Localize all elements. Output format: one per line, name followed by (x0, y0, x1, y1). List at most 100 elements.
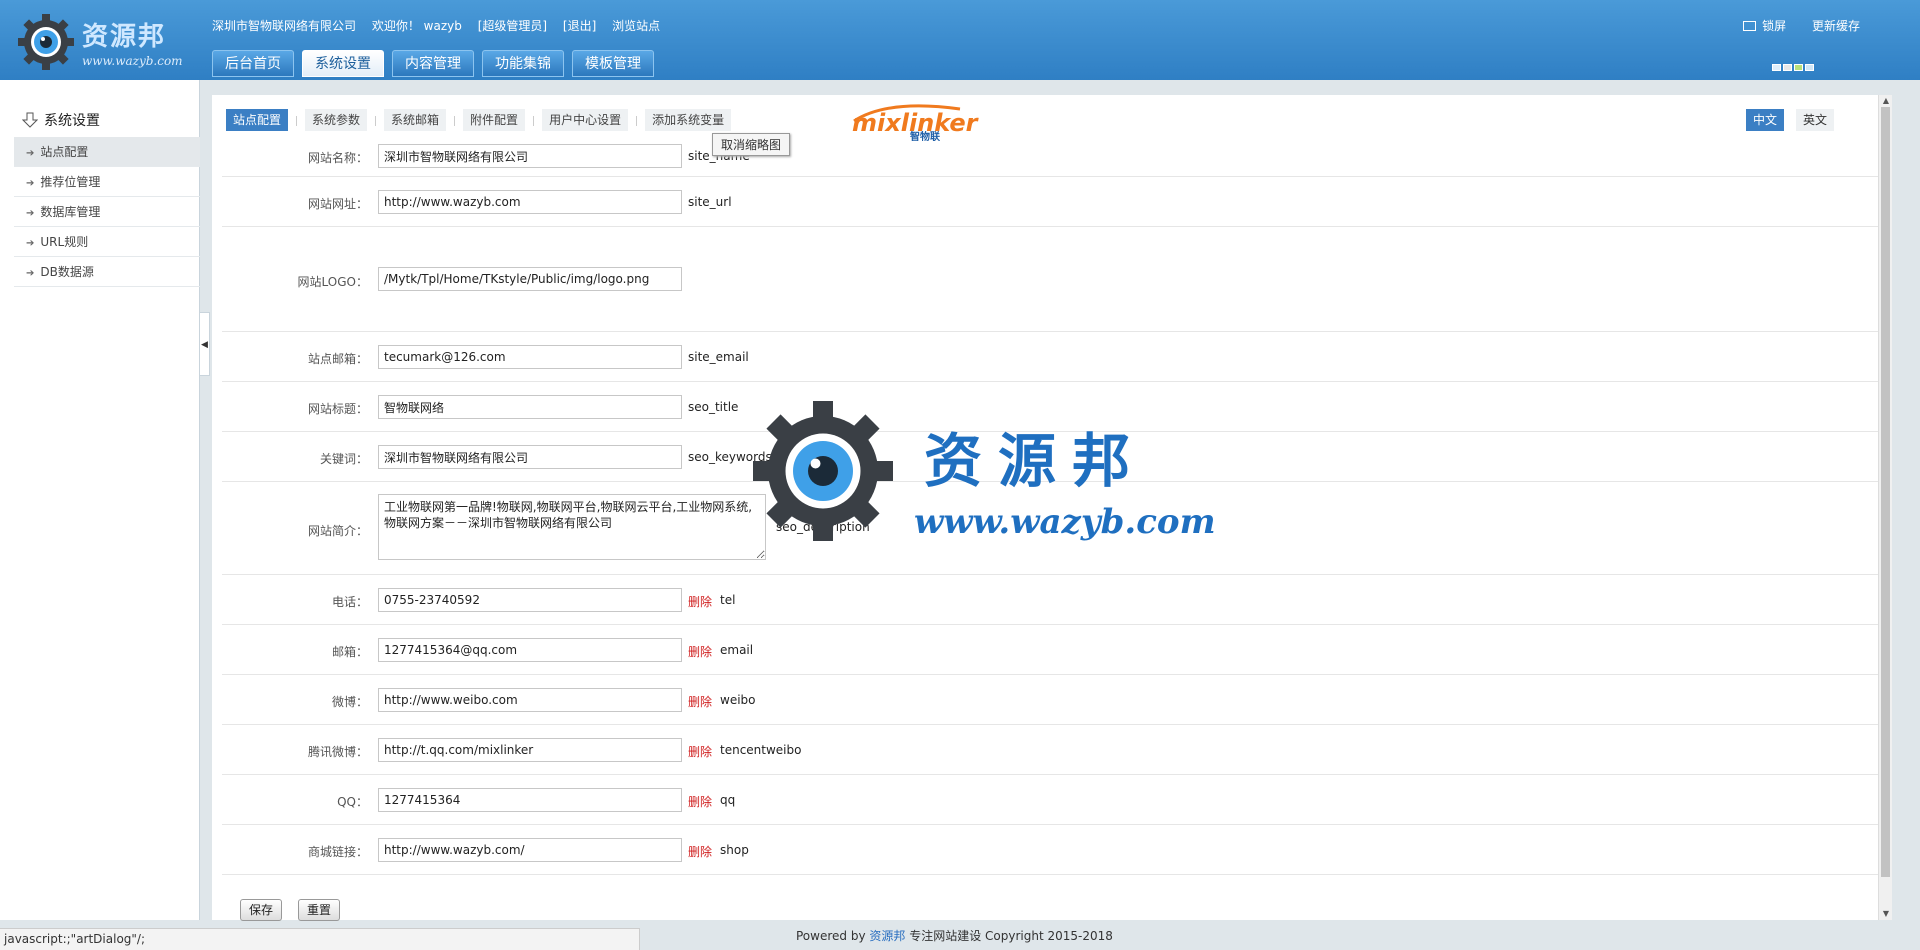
vertical-scrollbar[interactable]: ▲ ▼ (1878, 95, 1892, 920)
reset-button[interactable]: 重置 (298, 899, 341, 921)
seo-description-textarea[interactable]: 工业物联网第一品牌!物联网,物联网平台,物联网云平台,工业物网系统,物联网方案－… (378, 494, 766, 560)
site-logo[interactable]: 资源邦 www.wazyb.com (16, 10, 186, 72)
nav-tab-features[interactable]: 功能集锦 (482, 50, 564, 77)
delete-weibo-link[interactable]: 删除 (688, 693, 712, 710)
seo-keywords-input[interactable] (378, 445, 682, 469)
gear-eye-logo-icon (18, 14, 74, 70)
label-email: 邮箱： (331, 645, 368, 659)
site-config-form: 网站名称： site_name 网站网址： site_url 网站LOGO： 站… (222, 137, 1882, 875)
sidebar: 系统设置 ➔ 站点配置 ➔ 推荐位管理 ➔ 数据库管理 ➔ URL规则 ➔ DB数据源 (0, 80, 200, 920)
key-shop: shop (720, 843, 749, 857)
seo-title-input[interactable] (378, 395, 682, 419)
delete-tencentweibo-link[interactable]: 删除 (688, 743, 712, 760)
form-buttons: 保存 重置 (240, 899, 356, 921)
subtab-user-center[interactable]: 用户中心设置 (542, 109, 629, 131)
label-seo-description: 网站简介： (307, 524, 368, 538)
sidebar-title: 系统设置 (22, 110, 100, 130)
key-seo-title: seo_title (688, 400, 739, 414)
site-name-input[interactable] (378, 144, 682, 168)
nav-tab-content[interactable]: 内容管理 (392, 50, 474, 77)
label-seo-keywords: 关键词： (319, 452, 368, 466)
skin-blue-icon[interactable] (1772, 64, 1781, 71)
label-tel: 电话： (331, 595, 368, 609)
skin-light-icon[interactable] (1805, 64, 1814, 71)
logo-path-input[interactable] (378, 267, 682, 291)
lang-en-button[interactable]: 英文 (1795, 109, 1834, 131)
subtab-add-variable[interactable]: 添加系统变量 (645, 109, 732, 131)
key-seo-description: seo_description (776, 520, 870, 534)
main-nav: 后台首页 系统设置 内容管理 功能集锦 模板管理 (212, 50, 662, 77)
row-qq: QQ： 删除 qq (222, 775, 1882, 825)
subtab-attachment[interactable]: 附件配置 (463, 109, 526, 131)
row-email: 邮箱： 删除 email (222, 625, 1882, 675)
row-shop: 商城链接： 删除 shop (222, 825, 1882, 875)
scrollbar-thumb[interactable] (1881, 107, 1890, 877)
sidebar-item-recommend[interactable]: ➔ 推荐位管理 (14, 167, 200, 197)
subtab-system-params[interactable]: 系统参数 (305, 109, 368, 131)
scroll-up-icon[interactable]: ▲ (1879, 95, 1893, 107)
nav-tab-templates[interactable]: 模板管理 (572, 50, 654, 77)
row-tel: 电话： 删除 tel (222, 575, 1882, 625)
delete-shop-link[interactable]: 删除 (688, 843, 712, 860)
label-qq: QQ： (337, 795, 368, 809)
nav-tab-system-settings[interactable]: 系统设置 (302, 50, 384, 77)
nav-tab-home[interactable]: 后台首页 (212, 50, 294, 77)
row-site-name: 网站名称： site_name (222, 137, 1882, 177)
delete-tel-link[interactable]: 删除 (688, 593, 712, 610)
arrow-right-icon: ➔ (26, 268, 35, 279)
refresh-cache-button[interactable]: 更新缓存 (1812, 19, 1860, 33)
logo-text: 资源邦 (82, 22, 167, 52)
key-email: email (720, 643, 754, 657)
welcome-text: 欢迎你！ wazyb (371, 19, 462, 33)
mixlinker-logo-icon: mixlinker 智物联 (852, 104, 980, 143)
lang-cn-button[interactable]: 中文 (1745, 109, 1784, 131)
key-site-email: site_email (688, 350, 749, 364)
skin-green-icon[interactable] (1794, 64, 1803, 71)
scroll-down-icon[interactable]: ▼ (1879, 908, 1893, 920)
logout-link[interactable]: [退出] (563, 19, 596, 33)
top-right-actions: 锁屏 更新缓存 (1721, 17, 1860, 34)
shop-input[interactable] (378, 838, 682, 862)
footer-copyright: 专注网站建设 Copyright 2015-2018 (909, 929, 1113, 943)
tencentweibo-input[interactable] (378, 738, 682, 762)
key-weibo: weibo (720, 693, 756, 707)
sidebar-item-site-config[interactable]: ➔ 站点配置 (14, 137, 200, 167)
email-input[interactable] (378, 638, 682, 662)
role-link[interactable]: [超级管理员] (478, 19, 547, 33)
footer-link[interactable]: 资源邦 (869, 929, 905, 943)
weibo-input[interactable] (378, 688, 682, 712)
row-tencentweibo: 腾讯微博： 删除 tencentweibo (222, 725, 1882, 775)
browse-site-link[interactable]: 浏览站点 (612, 19, 660, 33)
tel-input[interactable] (378, 588, 682, 612)
sidebar-item-database[interactable]: ➔ 数据库管理 (14, 197, 200, 227)
label-site-url: 网站网址： (307, 197, 368, 211)
site-url-input[interactable] (378, 190, 682, 214)
monitor-icon (1743, 21, 1757, 31)
delete-email-link[interactable]: 删除 (688, 643, 712, 660)
save-button[interactable]: 保存 (240, 899, 283, 921)
row-seo-title: 网站标题： seo_title (222, 382, 1882, 432)
page-footer: Powered by 资源邦 专注网站建设 Copyright 2015-201… (796, 926, 1113, 946)
top-header: 资源邦 www.wazyb.com 深圳市智物联网络有限公司 欢迎你！ wazy… (0, 0, 1920, 80)
sidebar-list: ➔ 站点配置 ➔ 推荐位管理 ➔ 数据库管理 ➔ URL规则 ➔ DB数据源 (14, 137, 200, 287)
lock-screen-button[interactable]: 锁屏 (1743, 19, 1786, 33)
subtab-system-mail[interactable]: 系统邮箱 (384, 109, 447, 131)
row-site-email: 站点邮箱： site_email (222, 332, 1882, 382)
subtab-site-config[interactable]: 站点配置 (226, 109, 289, 131)
key-tel: tel (720, 593, 736, 607)
skin-gray-icon[interactable] (1783, 64, 1792, 71)
label-tencentweibo: 腾讯微博： (307, 745, 368, 759)
key-site-url: site_url (688, 195, 732, 209)
site-email-input[interactable] (378, 345, 682, 369)
sidebar-collapse-handle[interactable]: ◀ (200, 312, 210, 376)
qq-input[interactable] (378, 788, 682, 812)
label-site-email: 站点邮箱： (307, 352, 368, 366)
arrow-right-icon: ➔ (26, 148, 35, 159)
label-logo: 网站LOGO： (297, 275, 368, 289)
sidebar-item-url-rules[interactable]: ➔ URL规则 (14, 227, 200, 257)
sidebar-item-db-source[interactable]: ➔ DB数据源 (14, 257, 200, 287)
delete-qq-link[interactable]: 删除 (688, 793, 712, 810)
key-tencentweibo: tencentweibo (720, 743, 802, 757)
key-seo-keywords: seo_keywords (688, 450, 772, 464)
label-weibo: 微博： (331, 695, 368, 709)
